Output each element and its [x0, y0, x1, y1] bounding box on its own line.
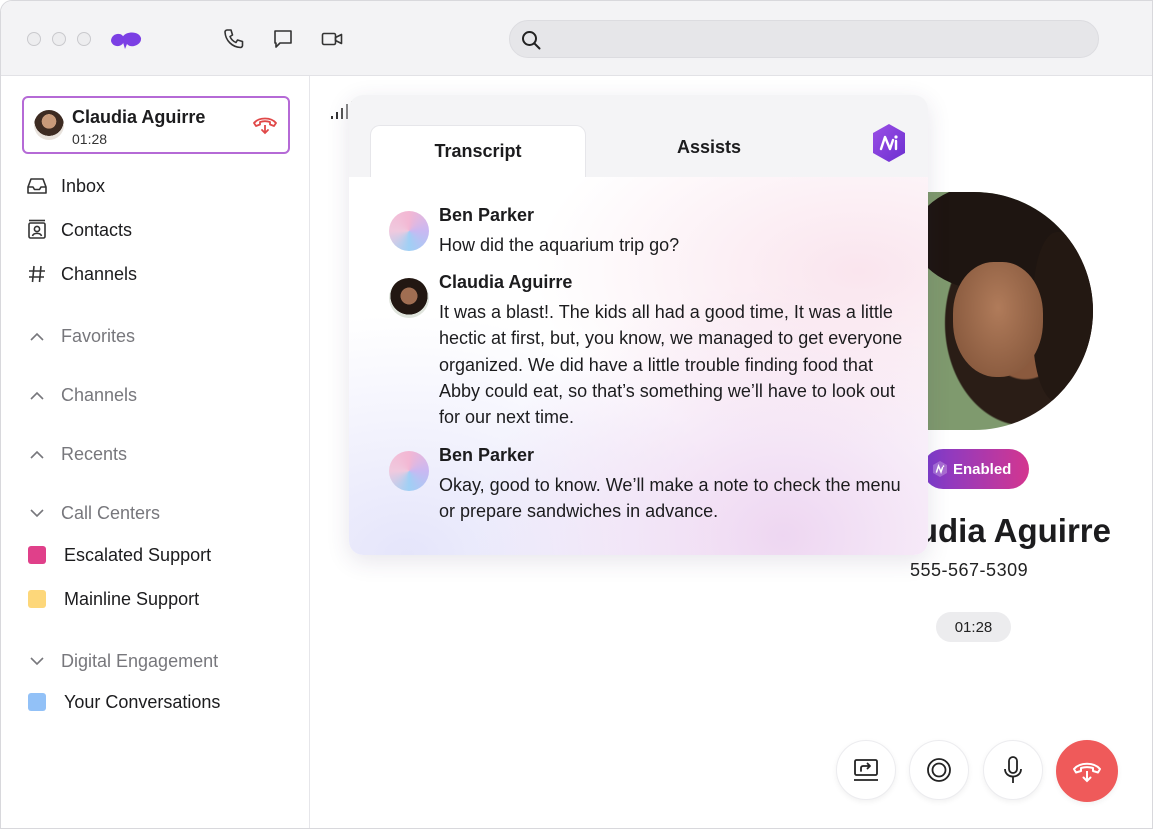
search-icon — [522, 31, 541, 50]
microphone-icon — [1004, 756, 1022, 783]
sidebar-item-channels[interactable]: Channels — [25, 261, 137, 287]
hash-icon — [25, 262, 49, 286]
phone-icon[interactable] — [222, 27, 246, 51]
message-text: It was a blast!. The kids all had a good… — [439, 302, 903, 428]
minimize-window-button[interactable] — [52, 32, 66, 46]
section-label: Recents — [61, 443, 128, 464]
tab-assists[interactable]: Assists — [599, 121, 819, 173]
speaker-name: Claudia Aguirre — [439, 272, 573, 292]
color-swatch — [28, 546, 46, 564]
section-favorites[interactable]: Favorites — [25, 323, 135, 349]
active-call-name: Claudia Aguirre — [72, 107, 206, 127]
section-recents[interactable]: Recents — [25, 441, 127, 467]
avatar — [389, 211, 429, 251]
avatar — [389, 451, 429, 491]
sidebar-item-escalated-support[interactable]: Escalated Support — [25, 542, 211, 568]
active-call-time: 01:28 — [72, 131, 108, 147]
app-logo-icon — [111, 32, 142, 49]
chat-icon[interactable] — [271, 27, 295, 51]
avatar — [34, 110, 64, 140]
mute-button[interactable] — [983, 740, 1043, 800]
sidebar-item-label: Your Conversations — [64, 691, 221, 712]
sidebar-item-label: Mainline Support — [64, 588, 200, 609]
hang-up-icon[interactable] — [252, 114, 278, 136]
close-window-button[interactable] — [27, 32, 41, 46]
sidebar: Claudia Aguirre 01:28 Inbox Contacts Cha… — [1, 76, 310, 828]
search-bar[interactable] — [509, 20, 1099, 58]
avatar — [389, 278, 429, 318]
sidebar-item-label: Contacts — [61, 219, 133, 240]
tab-transcript[interactable]: Transcript — [370, 125, 586, 177]
contact-phone: 555-567-5309 — [910, 560, 1029, 580]
chevron-down-icon — [25, 508, 49, 518]
sidebar-item-label: Inbox — [61, 175, 106, 196]
transcript-panel-header: Transcript Assists — [349, 95, 928, 177]
sidebar-item-mainline-support[interactable]: Mainline Support — [25, 586, 199, 612]
call-timer: 01:28 — [936, 612, 1011, 642]
inbox-icon — [25, 174, 49, 198]
ai-enabled-badge[interactable]: Enabled — [923, 449, 1029, 489]
color-swatch — [28, 693, 46, 711]
chevron-up-icon — [25, 391, 49, 400]
end-call-button[interactable] — [1056, 740, 1118, 802]
color-swatch — [28, 590, 46, 608]
sidebar-item-your-conversations[interactable]: Your Conversations — [25, 689, 220, 715]
share-screen-button[interactable] — [836, 740, 896, 800]
contacts-icon — [25, 218, 49, 242]
section-label: Call Centers — [61, 502, 161, 523]
titlebar — [1, 1, 1152, 76]
search-input[interactable] — [554, 29, 1074, 49]
chevron-up-icon — [25, 450, 49, 459]
transcript-body: Ben Parker How did the aquarium trip go?… — [349, 177, 928, 555]
active-call-card[interactable]: Claudia Aguirre 01:28 — [22, 96, 290, 154]
hang-up-icon — [1073, 762, 1101, 783]
record-icon — [927, 758, 951, 782]
chevron-up-icon — [25, 332, 49, 341]
sidebar-item-inbox[interactable]: Inbox — [25, 173, 105, 199]
speaker-name: Ben Parker — [439, 445, 535, 465]
chevron-down-icon — [25, 656, 49, 666]
message-text: How did the aquarium trip go? — [439, 235, 680, 255]
video-icon[interactable] — [320, 27, 344, 51]
ai-logo-icon — [933, 461, 947, 477]
app-window: Claudia Aguirre 01:28 Inbox Contacts Cha… — [0, 0, 1153, 829]
message-text: Okay, good to know. We’ll make a note to… — [439, 475, 901, 522]
sidebar-item-contacts[interactable]: Contacts — [25, 217, 132, 243]
badge-label: Enabled — [953, 460, 1012, 478]
record-button[interactable] — [909, 740, 969, 800]
sidebar-item-label: Channels — [61, 263, 138, 284]
section-label: Channels — [61, 384, 138, 405]
section-label: Favorites — [61, 325, 136, 346]
sidebar-item-label: Escalated Support — [64, 544, 212, 565]
speaker-name: Ben Parker — [439, 205, 535, 225]
contact-photo — [923, 192, 1093, 430]
transcript-panel: Transcript Assists Ben Parker How did th… — [349, 95, 928, 555]
section-call-centers[interactable]: Call Centers — [25, 500, 160, 526]
share-screen-icon — [854, 759, 878, 781]
ai-assistant-icon[interactable] — [870, 122, 908, 164]
section-channels[interactable]: Channels — [25, 382, 137, 408]
section-label: Digital Engagement — [61, 650, 219, 671]
maximize-window-button[interactable] — [77, 32, 91, 46]
section-digital-engagement[interactable]: Digital Engagement — [25, 648, 218, 674]
